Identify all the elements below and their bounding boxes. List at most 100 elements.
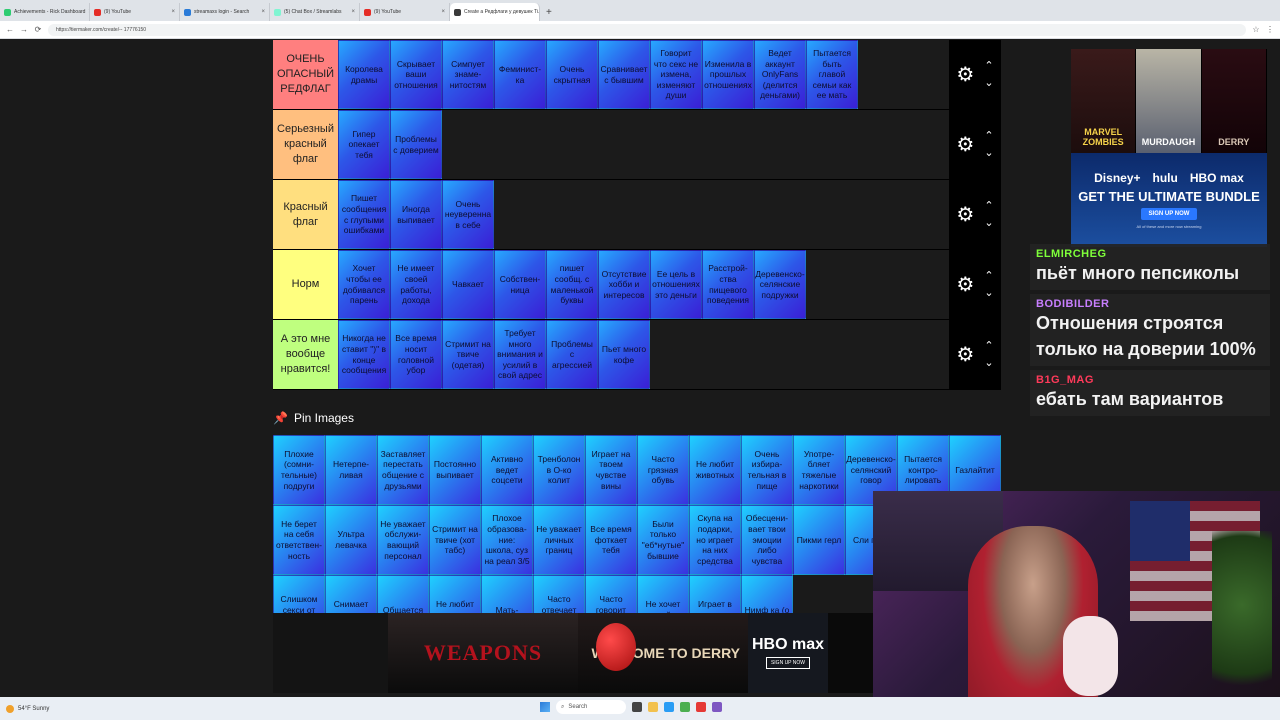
tier-card[interactable]: Королева драмы bbox=[338, 40, 390, 109]
tier-card[interactable]: Расстрой-ства пищевого поведения bbox=[702, 250, 754, 319]
chevron-up-icon[interactable]: ⌃ bbox=[984, 340, 993, 352]
tier-card[interactable]: Ведет аккаунт OnlyFans (делится деньгами… bbox=[754, 40, 806, 109]
tier-label[interactable]: А это мне вообще нравится! bbox=[273, 320, 338, 389]
pool-card[interactable]: Ультра левачка bbox=[325, 505, 377, 575]
browser-tab[interactable]: (9) YouTube × bbox=[360, 3, 450, 21]
chevron-up-icon[interactable]: ⌃ bbox=[984, 270, 993, 282]
weather-widget[interactable]: 54°F Sunny bbox=[6, 704, 49, 713]
chevron-down-icon[interactable]: ⌄ bbox=[984, 357, 993, 369]
windows-start-icon[interactable] bbox=[540, 702, 550, 712]
pool-card[interactable]: Часто говорит фразы: bbox=[585, 575, 637, 615]
tier-card[interactable]: Требует много внимания и усилий в свой а… bbox=[494, 320, 546, 389]
tier-card[interactable]: Никогда не ставит ")" в конце сообщения bbox=[338, 320, 390, 389]
tier-card[interactable]: Пишет сообщения с глупыми ошибками bbox=[338, 180, 390, 249]
tier-card[interactable]: Говорит что секс не измена, изменяют душ… bbox=[650, 40, 702, 109]
gear-icon[interactable]: ⚙ bbox=[956, 345, 974, 365]
pool-card[interactable]: Обесцени-вает твои эмоции либо чувства bbox=[741, 505, 793, 575]
task-view-icon[interactable] bbox=[632, 702, 642, 712]
chevron-down-icon[interactable]: ⌄ bbox=[984, 147, 993, 159]
pool-card[interactable]: Постоянно выпивает bbox=[429, 435, 481, 505]
pool-card[interactable]: Заставляет перестать общение с друзьями bbox=[377, 435, 429, 505]
close-icon[interactable]: × bbox=[351, 9, 355, 15]
star-icon[interactable]: ☆ bbox=[1252, 25, 1260, 34]
forward-icon[interactable]: → bbox=[20, 25, 28, 34]
close-icon[interactable]: × bbox=[261, 9, 265, 15]
pool-card[interactable]: Играет в одиночные bbox=[689, 575, 741, 615]
chevron-down-icon[interactable]: ⌄ bbox=[984, 77, 993, 89]
pool-card[interactable]: Очень избира-тельная в пище bbox=[741, 435, 793, 505]
pool-card[interactable]: Слишком секси от природы bbox=[273, 575, 325, 615]
close-icon[interactable]: × bbox=[171, 9, 175, 15]
gear-icon[interactable]: ⚙ bbox=[956, 275, 974, 295]
pool-card[interactable]: Плохие (сомни-тельные) подруги bbox=[273, 435, 325, 505]
pool-card[interactable]: Все время фоткает тебя bbox=[585, 505, 637, 575]
gear-icon[interactable]: ⚙ bbox=[956, 135, 974, 155]
tier-card[interactable]: Очень скрытная bbox=[546, 40, 598, 109]
app-icon-purple[interactable] bbox=[712, 702, 722, 712]
pool-card[interactable]: Играет на твоем чувстве вины bbox=[585, 435, 637, 505]
tier-card[interactable]: Гипер опекает тебя bbox=[338, 110, 390, 179]
browser-tab[interactable]: streamaxs login - Search × bbox=[180, 3, 270, 21]
file-explorer-icon[interactable] bbox=[648, 702, 658, 712]
tier-card[interactable]: Деревенско-селянские подружки bbox=[754, 250, 806, 319]
tier-card[interactable]: пишет сообщ. с маленькой буквы bbox=[546, 250, 598, 319]
menu-icon[interactable]: ⋮ bbox=[1266, 25, 1274, 34]
ad-bottom-banner[interactable]: WEAPONS WELCOME TO DERRY HBO max SIGN UP… bbox=[273, 613, 873, 693]
pool-card[interactable]: Употре-бляет тяжелые наркотики bbox=[793, 435, 845, 505]
new-tab-icon[interactable]: + bbox=[540, 3, 558, 21]
tier-card[interactable]: Симпует знаме-нитостям bbox=[442, 40, 494, 109]
tier-card[interactable]: Проблемы с доверием bbox=[390, 110, 442, 179]
pool-card[interactable]: Часто отвечает что ей bbox=[533, 575, 585, 615]
gear-icon[interactable]: ⚙ bbox=[956, 65, 974, 85]
url-field[interactable]: https://tiermaker.com/create/-- 17776150 bbox=[48, 23, 1246, 36]
browser-tab[interactable]: Create a Редфлаги у девушек Ti...× bbox=[450, 3, 540, 21]
tier-card[interactable]: Собствен-ница bbox=[494, 250, 546, 319]
tier-card[interactable]: Стримит на твиче (одетая) bbox=[442, 320, 494, 389]
pool-card[interactable]: Не любит когда ты с bbox=[429, 575, 481, 615]
pool-card[interactable]: Были только "еб*нутые" бывшие bbox=[637, 505, 689, 575]
tier-card[interactable]: Феминист-ка bbox=[494, 40, 546, 109]
pool-card[interactable]: Тренболон в О-ко колит bbox=[533, 435, 585, 505]
tier-card[interactable]: Скрывает ваши отношения bbox=[390, 40, 442, 109]
pool-card[interactable]: Не уважает обслужи-вающий персонал bbox=[377, 505, 429, 575]
pool-card[interactable]: Снимает тик-ток и bbox=[325, 575, 377, 615]
pool-card[interactable]: Скупа на подарки, но играет на них средс… bbox=[689, 505, 741, 575]
tier-card[interactable]: Очень неуверенна в себе bbox=[442, 180, 494, 249]
chrome-icon[interactable] bbox=[680, 702, 690, 712]
app-icon-red[interactable] bbox=[696, 702, 706, 712]
pool-card[interactable]: Не берет на себя ответствен-ность bbox=[273, 505, 325, 575]
tier-label[interactable]: Серьезный красный флаг bbox=[273, 110, 338, 179]
reload-icon[interactable]: ⟳ bbox=[34, 25, 42, 34]
taskbar-search[interactable]: ⌕ Search bbox=[556, 700, 626, 714]
tier-card[interactable]: Ее цель в отношениях это деньги bbox=[650, 250, 702, 319]
tier-label[interactable]: ОЧЕНЬ ОПАСНЫЙ РЕДФЛАГ bbox=[273, 40, 338, 109]
tier-label[interactable]: Норм bbox=[273, 250, 338, 319]
tier-label[interactable]: Красный флаг bbox=[273, 180, 338, 249]
chevron-up-icon[interactable]: ⌃ bbox=[984, 130, 993, 142]
chevron-up-icon[interactable]: ⌃ bbox=[984, 60, 993, 72]
tier-card[interactable]: Изменила в прошлых отношениях bbox=[702, 40, 754, 109]
tier-card[interactable]: Все время носит головной убор bbox=[390, 320, 442, 389]
browser-tab[interactable]: Achievements - Rick Dashboard× bbox=[0, 3, 90, 21]
pool-card[interactable]: Не любит животных bbox=[689, 435, 741, 505]
close-icon[interactable]: × bbox=[441, 9, 445, 15]
edge-icon[interactable] bbox=[664, 702, 674, 712]
pin-images-header[interactable]: 📌 Pin Images bbox=[273, 408, 354, 428]
gear-icon[interactable]: ⚙ bbox=[956, 205, 974, 225]
pool-card[interactable]: Стримит на твиче (хот табс) bbox=[429, 505, 481, 575]
pool-card[interactable]: Пикми герл bbox=[793, 505, 845, 575]
back-icon[interactable]: ← bbox=[6, 25, 14, 34]
pool-card[interactable]: Общается bbox=[377, 575, 429, 615]
pool-card[interactable]: Не хочет детей в bbox=[637, 575, 689, 615]
tier-card[interactable]: Проблемы с агрессией bbox=[546, 320, 598, 389]
pool-card[interactable]: Нимф ка (о bbox=[741, 575, 793, 615]
tier-card[interactable]: Сравнивает с бывшим bbox=[598, 40, 650, 109]
tier-card[interactable]: Чавкает bbox=[442, 250, 494, 319]
chevron-up-icon[interactable]: ⌃ bbox=[984, 200, 993, 212]
browser-tab[interactable]: (5) Chat Box / Streamlabs × bbox=[270, 3, 360, 21]
tier-card[interactable]: Пытается быть главой семьи как ее мать bbox=[806, 40, 858, 109]
pool-card[interactable]: Часто грязная обувь bbox=[637, 435, 689, 505]
pool-card[interactable]: Плохое образова-ние: школа, суз на реал … bbox=[481, 505, 533, 575]
chevron-down-icon[interactable]: ⌄ bbox=[984, 217, 993, 229]
tier-card[interactable]: Пьет много кофе bbox=[598, 320, 650, 389]
